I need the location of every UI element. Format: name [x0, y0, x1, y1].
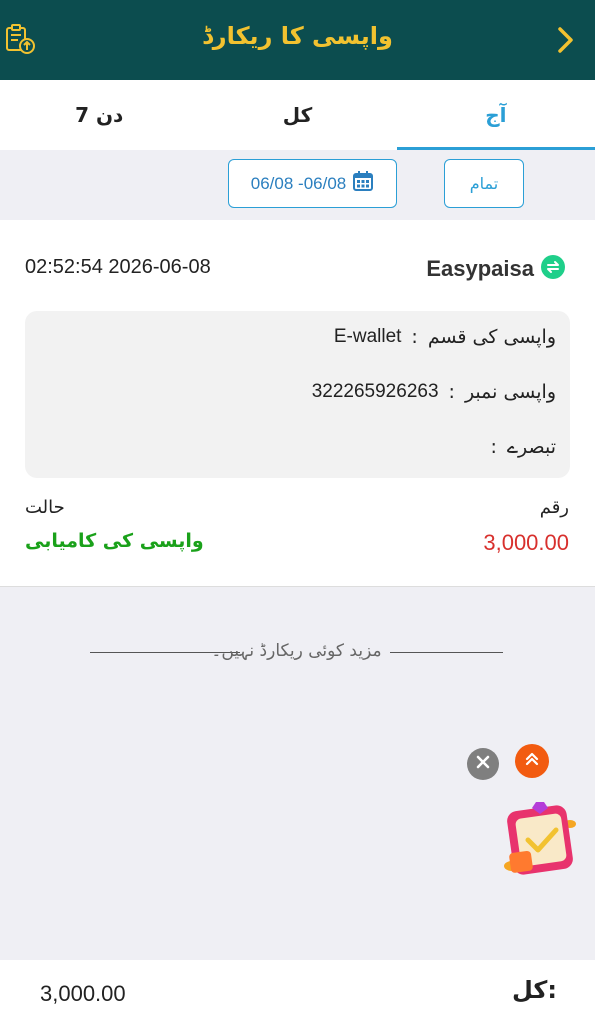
record-datetime: 02:52:54 2026-06-08	[25, 256, 211, 278]
chevron-right-icon[interactable]	[551, 24, 581, 56]
detail-separator: :	[490, 436, 497, 458]
detail-value: E-wallet	[333, 326, 402, 347]
detail-label: واپسی کی قسم	[427, 326, 556, 348]
detail-row-type: واپسی کی قسم : E-wallet	[334, 326, 556, 348]
detail-separator: :	[448, 381, 455, 403]
calendar-icon	[352, 170, 374, 197]
no-more-records: مزید کوئی ریکارڈ نہیں۔	[90, 638, 503, 668]
tab-7-days[interactable]: 7 دن	[0, 80, 198, 150]
date-range-label: 06/08 -06/08	[250, 173, 347, 193]
period-tabs: آج کل 7 دن	[0, 80, 595, 150]
filter-bar: 06/08 -06/08 تمام	[0, 150, 595, 220]
total-label: کل:	[512, 976, 557, 1004]
all-filter-button[interactable]: تمام	[444, 159, 524, 208]
record-details: واپسی کی قسم : E-wallet واپسی نمبر : 322…	[25, 311, 570, 478]
status-label: حالت	[25, 497, 65, 518]
brand-name: Easypaisa	[426, 256, 534, 281]
tab-today[interactable]: آج	[396, 80, 595, 150]
withdrawal-record-card: 02:52:54 2026-06-08 Easypaisa واپسی کی ق…	[0, 220, 595, 587]
detail-label: واپسی نمبر	[464, 381, 556, 403]
amount-value: 3,000.00	[483, 530, 569, 555]
detail-value: 322265926263	[311, 381, 439, 402]
double-chevron-up-icon	[523, 750, 541, 772]
close-floating-button[interactable]	[467, 748, 499, 780]
date-range-button[interactable]: 06/08 -06/08	[228, 159, 397, 208]
amount-label: رقم	[539, 497, 569, 518]
close-icon	[475, 754, 491, 774]
detail-label: تبصرے	[506, 436, 556, 458]
total-footer: 3,000.00 کل:	[0, 960, 595, 1024]
status-value: واپسی کی کامیابی	[25, 530, 204, 552]
easypaisa-logo-icon	[540, 254, 566, 284]
scroll-top-button[interactable]	[515, 744, 549, 778]
total-value: 3,000.00	[40, 981, 126, 1006]
no-more-records-text: مزید کوئی ریکارڈ نہیں۔	[211, 641, 382, 661]
reward-box-icon[interactable]	[500, 794, 584, 882]
app-header: واپسی کا ریکارڈ	[0, 0, 595, 80]
detail-separator: :	[411, 326, 418, 348]
detail-row-number: واپسی نمبر : 322265926263	[312, 381, 556, 403]
page-title: واپسی کا ریکارڈ	[202, 22, 393, 50]
tab-yesterday[interactable]: کل	[198, 80, 396, 150]
payment-brand: Easypaisa	[426, 254, 566, 284]
detail-row-remarks: تبصرے :	[480, 436, 556, 458]
